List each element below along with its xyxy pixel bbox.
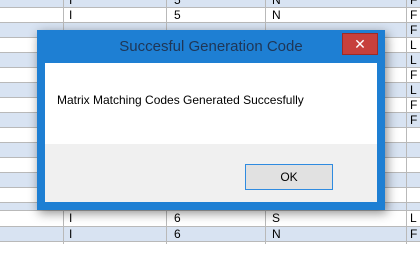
table-cell: F — [410, 23, 418, 37]
close-icon: ✕ — [354, 36, 366, 52]
close-button[interactable]: ✕ — [342, 33, 378, 55]
table-cell: L — [410, 53, 417, 67]
table-cell: 6 — [174, 227, 181, 241]
table-cell: F — [410, 98, 418, 112]
message-area: Matrix Matching Codes Generated Succesfu… — [45, 63, 377, 144]
table-cell: S — [272, 211, 281, 225]
dialog-title: Succesful Generation Code — [119, 38, 303, 55]
table-cell: 6 — [174, 211, 181, 225]
dialog-titlebar[interactable]: Succesful Generation Code ✕ — [37, 30, 385, 63]
table-cell: L — [410, 38, 417, 52]
message-dialog: Succesful Generation Code ✕ Matrix Match… — [37, 30, 385, 210]
table-cell: L — [410, 211, 417, 225]
table-cell: I — [69, 211, 73, 225]
table-cell: N — [272, 227, 281, 241]
column-divider — [406, 0, 407, 244]
table-cell: 5 — [174, 8, 181, 22]
table-cell: F — [410, 227, 418, 241]
table-cell: I — [69, 227, 73, 241]
table-cell: I — [69, 0, 73, 7]
table-cell: F — [410, 8, 418, 22]
table-cell: I — [69, 8, 73, 22]
table-cell: F — [410, 68, 418, 82]
table-cell: F — [410, 113, 418, 127]
ok-button-label: OK — [280, 170, 298, 184]
table-cell: F — [410, 0, 418, 7]
table-cell: N — [272, 0, 281, 7]
dialog-message: Matrix Matching Codes Generated Succesfu… — [57, 93, 304, 107]
ok-button[interactable]: OK — [245, 164, 333, 190]
table-cell: 5 — [174, 0, 181, 7]
table-cell: L — [410, 83, 417, 97]
table-cell: N — [272, 8, 281, 22]
dialog-body: Matrix Matching Codes Generated Succesfu… — [45, 63, 377, 202]
